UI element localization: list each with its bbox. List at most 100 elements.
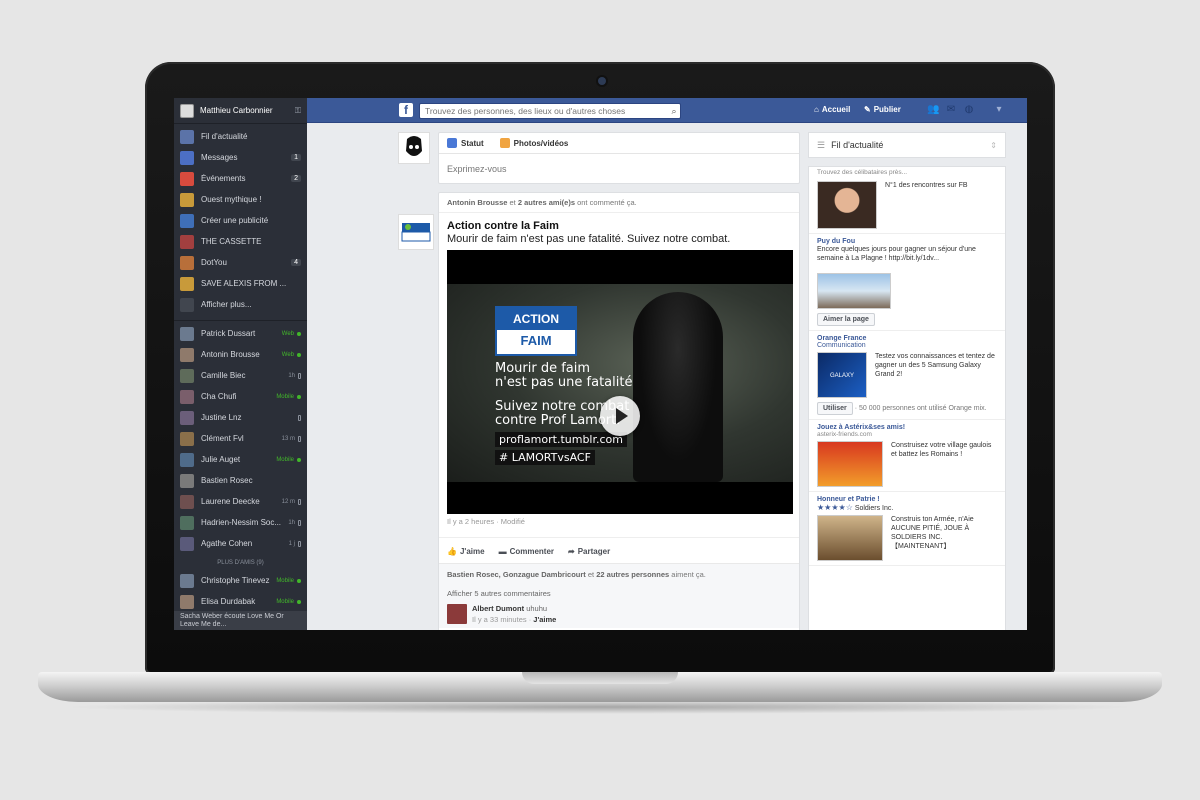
chat-contact[interactable]: Justine Lnz <box>174 407 307 428</box>
mobile-icon <box>298 372 301 379</box>
status-composer: Statut Photos/vidéos Exprimez-vous <box>438 132 800 184</box>
ad-asterix[interactable]: Jouez à Astérix&ses amis! asterix-friend… <box>809 420 1005 492</box>
presence-status: 13 m <box>281 435 295 442</box>
ad-image <box>817 273 891 309</box>
chat-contact[interactable]: Hadrien-Nessim Soc... 1h <box>174 512 307 533</box>
online-dot-icon <box>297 352 301 357</box>
sidebar-item[interactable]: THE CASSETTE <box>174 231 307 252</box>
chat-contact[interactable]: Julie Auget Mobile <box>174 449 307 470</box>
commenter-name[interactable]: Albert Dumont <box>472 604 524 613</box>
sidebar-item[interactable]: Fil d'actualité <box>174 126 307 147</box>
account-menu-chevron-icon[interactable]: ▾ <box>993 104 1005 116</box>
like-button[interactable]: 👍 J'aime <box>447 547 485 556</box>
ad-image <box>817 441 883 487</box>
avatar <box>180 473 194 488</box>
search-icon[interactable]: ⌕ <box>667 104 681 118</box>
list-icon: ☰ <box>817 139 826 150</box>
updown-arrow-icon: ⇕ <box>990 140 997 150</box>
sidebar-nav: Fil d'actualité Messages 1 Événements 2 Ouest… <box>174 124 307 315</box>
tab-status[interactable]: Statut <box>439 133 492 153</box>
show-more-comments[interactable]: Afficher 5 autres commentaires <box>447 589 791 598</box>
avatar <box>180 389 194 404</box>
ad-dating[interactable]: N°1 des rencontres sur FB <box>809 181 1005 234</box>
chat-contact[interactable]: Bastien Rosec <box>174 470 307 491</box>
news-feed-icon <box>180 129 194 144</box>
count-badge: 2 <box>291 175 301 182</box>
sidebar-item[interactable]: SAVE ALEXIS FROM ... <box>174 273 307 294</box>
messages-icon <box>180 150 194 165</box>
comment-text: uhuhu <box>526 604 548 613</box>
user-name: Matthieu Carbonnier <box>200 106 273 115</box>
sidebar-item[interactable]: Ouest mythique ! <box>174 189 307 210</box>
like-page-button[interactable]: Aimer la page <box>817 313 875 326</box>
ad-image: GALAXY <box>817 352 867 398</box>
comment-meta: Il y a 33 minutes · J'aime <box>472 615 557 624</box>
composer-tabs: Statut Photos/vidéos <box>439 133 799 154</box>
calendar-icon <box>180 171 194 186</box>
composer-input[interactable]: Exprimez-vous <box>439 154 799 184</box>
share-button[interactable]: ➦ Partager <box>568 547 610 556</box>
sidebar-item[interactable]: DotYou 4 <box>174 252 307 273</box>
more-friends-header: PLUS D'AMIS (9) <box>217 560 264 566</box>
photo-icon <box>499 138 510 148</box>
settings-lock-icon[interactable]: ⚿ <box>295 106 301 116</box>
presence-status: Mobile <box>276 598 294 605</box>
sidebar-item[interactable]: Afficher plus... <box>174 294 307 315</box>
post-timestamp[interactable]: Il y a 2 heures · Modifié <box>439 514 799 529</box>
home-link[interactable]: ⌂ Accueil <box>814 105 850 114</box>
friend-requests-icon[interactable]: 👥 <box>927 104 939 116</box>
ad-orange[interactable]: Orange France Communication GALAXY Teste… <box>809 331 1005 420</box>
ad-caption[interactable]: Trouvez des célibataires près... <box>809 167 1005 178</box>
use-app-button[interactable]: Utiliser <box>817 402 853 415</box>
presence-status: Mobile <box>276 456 294 463</box>
chat-contact[interactable]: Agathe Cohen 1 j <box>174 533 307 554</box>
comments-section: Afficher 5 autres commentaires Albert Du… <box>439 585 799 628</box>
video-player[interactable]: ACTION FAIM Mourir de faim n'est pas une… <box>447 250 793 514</box>
notifications-globe-icon[interactable]: ◍ <box>963 104 975 116</box>
chat-contact[interactable]: Elisa Durdabak Mobile <box>174 591 307 612</box>
publish-link[interactable]: ✎ Publier <box>864 105 901 114</box>
commenter-avatar[interactable] <box>447 604 467 624</box>
sidebar-item[interactable]: Messages 1 <box>174 147 307 168</box>
laptop-notch <box>522 672 678 684</box>
avatar <box>180 494 194 509</box>
comment-like-link[interactable]: J'aime <box>533 615 556 624</box>
count-badge: 1 <box>291 154 301 161</box>
avatar <box>180 326 194 341</box>
page-avatar[interactable] <box>398 214 434 250</box>
comment-button[interactable]: ▬ Commenter <box>499 547 554 556</box>
group-icon <box>180 234 194 249</box>
chat-contact[interactable]: Christophe Tinevez Mobile <box>174 570 307 591</box>
ad-soldiers[interactable]: Honneur et Patrie ! ★★★★☆ Soldiers Inc. … <box>809 492 1005 566</box>
chat-contact[interactable]: Antonin Brousse Web <box>174 344 307 365</box>
messages-icon[interactable]: ✉ <box>945 104 957 116</box>
post-actions: 👍 J'aime ▬ Commenter ➦ Partager <box>439 537 799 563</box>
avatar <box>180 536 194 551</box>
sidebar-item[interactable]: Événements 2 <box>174 168 307 189</box>
presence-status: Mobile <box>276 393 294 400</box>
page-name[interactable]: Action contre la Faim <box>439 213 799 232</box>
avatar <box>180 515 194 530</box>
chat-contact[interactable]: Clément Fvl 13 m <box>174 428 307 449</box>
avatar <box>180 573 194 588</box>
sidebar-item[interactable]: Créer une publicité <box>174 210 307 231</box>
ad-puy-du-fou[interactable]: Puy du Fou Encore quelques jours pour ga… <box>809 234 1005 331</box>
search-input[interactable] <box>419 103 681 119</box>
play-button[interactable] <box>600 396 640 436</box>
chat-contact[interactable]: Laurene Deecke 12 m <box>174 491 307 512</box>
online-dot-icon <box>297 599 301 604</box>
sidebar-user[interactable]: Matthieu Carbonnier ⚿ <box>174 98 307 124</box>
top-bar: f ⌕ ⌂Accueil ✎Publier 👥 ✉ ◍ ▾ <box>307 98 1027 123</box>
presence-status: Web <box>281 351 294 358</box>
thumbs-up-icon: 👍 <box>447 547 457 556</box>
avatar <box>180 347 194 362</box>
facebook-logo[interactable]: f <box>399 103 413 117</box>
tab-photos-videos[interactable]: Photos/vidéos <box>492 133 577 153</box>
chat-contact[interactable]: Patrick Dussart Web <box>174 323 307 344</box>
laptop-shadow <box>60 700 1140 714</box>
chat-contact[interactable]: Cha Chufi Mobile <box>174 386 307 407</box>
ticker-footer[interactable]: Sacha Weber écoute Love Me Or Leave Me d… <box>174 611 307 630</box>
feed-selector[interactable]: ☰ Fil d'actualité ⇕ <box>808 132 1006 158</box>
chat-contact[interactable]: Camille Biec 1h <box>174 365 307 386</box>
post-context: Antonin Brousse et 2 autres ami(e)s ont … <box>439 193 799 213</box>
